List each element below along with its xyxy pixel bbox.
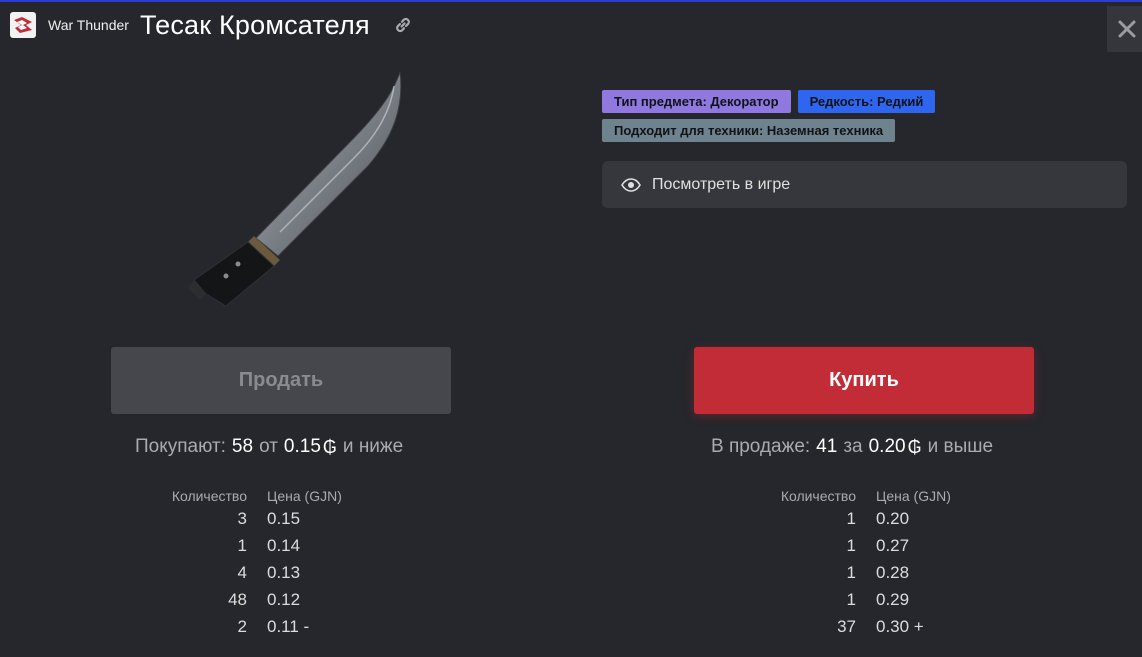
sell-orders-suffix: и выше [927, 436, 994, 457]
war-thunder-logo-icon [10, 12, 36, 38]
table-row: 37 0.30 + [772, 613, 986, 640]
table-header: Количество Цена (GJN) [772, 486, 986, 506]
table-row: 3 0.15 [163, 506, 377, 533]
eye-icon [621, 177, 641, 192]
row-quantity: 1 [846, 536, 856, 556]
table-row: 1 0.29 [772, 586, 986, 613]
gaijin-coin-icon: ₲ [322, 436, 337, 457]
sell-orders-table: Количество Цена (GJN) 1 0.20 1 0.27 1 0.… [772, 486, 986, 640]
row-quantity: 1 [846, 589, 856, 609]
row-price: 0.12 [267, 589, 301, 609]
table-row: 1 0.14 [163, 533, 377, 560]
link-icon[interactable] [392, 14, 414, 36]
row-price: 0.15 [267, 509, 301, 529]
row-quantity: 37 [837, 616, 856, 636]
sell-orders-summary: В продаже: 41 за 0.20 ₲ и выше [711, 436, 993, 458]
sell-orders-from: за [843, 436, 863, 457]
buy-orders-from: от [259, 436, 278, 457]
close-button[interactable] [1107, 6, 1142, 52]
column-quantity: Количество [171, 488, 247, 504]
sell-orders-label: В продаже: [711, 436, 811, 457]
row-quantity: 1 [846, 562, 856, 582]
close-icon [1118, 20, 1136, 38]
sell-orders-count: 41 [816, 436, 838, 457]
tag-rarity: Редкость: Редкий [797, 90, 936, 113]
table-row: 1 0.27 [772, 533, 986, 560]
row-price: 0.27 [876, 536, 910, 556]
row-price: 0.13 [267, 562, 301, 582]
table-row: 1 0.20 [772, 506, 986, 533]
table-header: Количество Цена (GJN) [163, 486, 377, 506]
item-tags: Тип предмета: Декоратор Редкость: Редкий… [602, 90, 1022, 148]
buy-button[interactable]: Купить [694, 347, 1034, 414]
row-price: 0.20 [876, 509, 910, 529]
top-accent-line [0, 0, 1142, 2]
tag-item-type: Тип предмета: Декоратор [602, 90, 791, 113]
row-price: 0.11 - [267, 616, 310, 636]
row-price: 0.14 [267, 536, 301, 556]
column-price: Цена (GJN) [267, 488, 342, 504]
item-image-machete [168, 66, 418, 316]
table-row: 4 0.13 [163, 560, 377, 587]
sell-button[interactable]: Продать [111, 347, 451, 414]
sell-orders-price: 0.20 [868, 436, 906, 457]
buy-orders-summary: Покупают: 58 от 0.15 ₲ и ниже [135, 436, 403, 458]
gaijin-coin-icon: ₲ [907, 436, 922, 457]
tag-vehicle-type: Подходит для техники: Наземная техника [602, 119, 896, 142]
row-quantity: 1 [846, 509, 856, 529]
row-quantity: 4 [237, 562, 247, 582]
header: War Thunder Тесак Кромсателя [10, 8, 414, 42]
column-quantity: Количество [780, 488, 856, 504]
table-row: 2 0.11 - [163, 613, 377, 640]
row-price: 0.29 [876, 589, 910, 609]
row-quantity: 1 [237, 536, 247, 556]
row-quantity: 3 [237, 509, 247, 529]
row-price: 0.30 + [876, 616, 924, 636]
buy-orders-label: Покупают: [135, 436, 226, 457]
view-in-game-label: Посмотреть в игре [652, 175, 791, 193]
row-quantity: 48 [228, 589, 247, 609]
buy-orders-suffix: и ниже [342, 436, 404, 457]
app-name: War Thunder [48, 17, 129, 33]
column-price: Цена (GJN) [876, 488, 951, 504]
table-row: 1 0.28 [772, 560, 986, 587]
buy-orders-count: 58 [231, 436, 254, 457]
view-in-game-button[interactable]: Посмотреть в игре [602, 161, 1127, 208]
buy-orders-price: 0.15 [283, 436, 321, 457]
row-quantity: 2 [237, 616, 247, 636]
page-title: Тесак Кромсателя [139, 9, 370, 40]
table-row: 48 0.12 [163, 586, 377, 613]
buy-orders-table: Количество Цена (GJN) 3 0.15 1 0.14 4 0.… [163, 486, 377, 640]
row-price: 0.28 [876, 562, 910, 582]
